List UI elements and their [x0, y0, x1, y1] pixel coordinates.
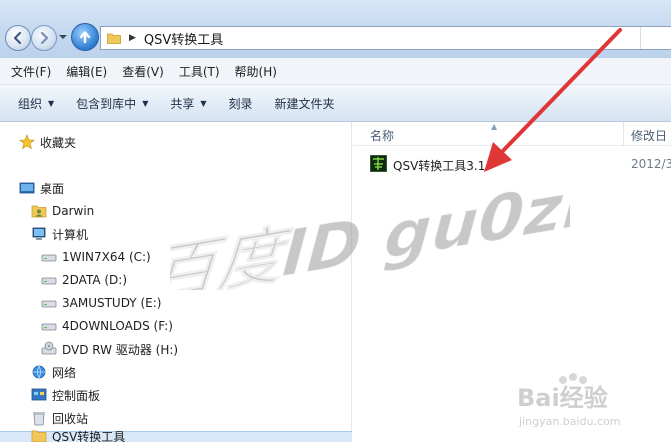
- menu-help[interactable]: 帮助(H): [235, 63, 277, 80]
- nav-current-folder[interactable]: QSV转换工具: [31, 429, 125, 442]
- nav-drive-h-label: DVD RW 驱动器 (H:): [62, 342, 179, 357]
- organize-label: 组织: [18, 96, 43, 111]
- new-folder-button[interactable]: 新建文件夹: [275, 95, 335, 112]
- file-row[interactable]: QSV转换工具3.1 2012/3: [353, 152, 671, 176]
- menu-edit[interactable]: 编辑(E): [66, 63, 107, 80]
- nav-drive-d[interactable]: 2DATA (D:): [41, 270, 127, 290]
- chevron-down-icon: ▼: [48, 98, 55, 108]
- menu-view[interactable]: 查看(V): [122, 63, 164, 80]
- nav-user-folder[interactable]: Darwin: [31, 201, 94, 221]
- computer-icon: [32, 227, 46, 240]
- star-icon: [19, 134, 35, 150]
- recycle-bin-icon: [33, 412, 45, 426]
- address-path[interactable]: QSV转换工具: [144, 29, 223, 48]
- nav-favorites[interactable]: 收藏夹: [19, 132, 76, 152]
- arrow-up-icon: [79, 31, 91, 44]
- column-header-row: 名称 ▲ 修改日: [353, 122, 671, 146]
- arrow-right-icon: [40, 31, 49, 45]
- address-divider: [640, 27, 641, 49]
- include-in-library-label: 包含到库中: [76, 96, 137, 111]
- nav-desktop[interactable]: 桌面: [19, 178, 64, 198]
- nav-drive-e-label: 3AMUSTUDY (E:): [62, 296, 162, 310]
- nav-computer-label: 计算机: [52, 227, 89, 242]
- nav-network-label: 网络: [52, 365, 77, 380]
- title-bar: ▶ QSV转换工具: [0, 0, 671, 58]
- nav-control-panel[interactable]: 控制面板: [31, 385, 100, 405]
- drive-icon: [41, 254, 57, 262]
- organize-button[interactable]: 组织 ▼: [18, 95, 54, 112]
- folder-icon: [107, 33, 121, 44]
- nav-desktop-label: 桌面: [40, 181, 65, 196]
- network-icon: [32, 365, 46, 379]
- up-level-button[interactable]: [71, 23, 99, 51]
- column-header-date[interactable]: 修改日: [631, 127, 667, 144]
- nav-recycle-bin[interactable]: 回收站: [31, 408, 88, 428]
- nav-drive-e[interactable]: 3AMUSTUDY (E:): [41, 293, 161, 313]
- drive-icon: [41, 277, 57, 285]
- burn-label: 刻录: [228, 96, 253, 111]
- desktop-icon: [19, 182, 35, 194]
- share-button[interactable]: 共享 ▼: [170, 95, 206, 112]
- nav-favorites-label: 收藏夹: [40, 135, 77, 150]
- recent-pages-dropdown-icon[interactable]: [58, 32, 68, 42]
- forward-button[interactable]: [31, 25, 57, 51]
- nav-control-panel-label: 控制面板: [52, 388, 101, 403]
- chevron-down-icon: ▼: [142, 98, 149, 108]
- burn-button[interactable]: 刻录: [229, 95, 253, 112]
- file-list-pane: 名称 ▲ 修改日 QSV转换工具3.1 2012/3: [353, 122, 671, 442]
- command-bar: 组织 ▼ 包含到库中 ▼ 共享 ▼ 刻录 新建文件夹: [0, 85, 671, 122]
- nav-drive-c[interactable]: 1WIN7X64 (C:): [41, 247, 151, 267]
- column-divider[interactable]: [623, 122, 624, 146]
- nav-drive-f[interactable]: 4DOWNLOADS (F:): [41, 316, 173, 336]
- file-date: 2012/3: [631, 157, 671, 171]
- navigation-pane: 收藏夹 桌面 Darwin 计算机 1WIN7X64 (C:) 2DATA (D…: [0, 122, 352, 442]
- drive-icon: [41, 300, 57, 308]
- nav-current-folder-label: QSV转换工具: [52, 429, 126, 442]
- chevron-down-icon: ▼: [200, 98, 207, 108]
- share-label: 共享: [170, 96, 195, 111]
- nav-network[interactable]: 网络: [31, 362, 76, 382]
- dvd-drive-icon: [41, 341, 57, 355]
- nav-drive-c-label: 1WIN7X64 (C:): [62, 250, 151, 264]
- folder-icon: [31, 430, 47, 442]
- column-header-name[interactable]: 名称: [370, 127, 394, 144]
- nav-drive-d-label: 2DATA (D:): [62, 273, 128, 287]
- include-in-library-button[interactable]: 包含到库中 ▼: [76, 95, 148, 112]
- nav-recycle-bin-label: 回收站: [52, 411, 89, 426]
- menu-bar: 文件(F) 编辑(E) 查看(V) 工具(T) 帮助(H): [0, 58, 671, 85]
- menu-file[interactable]: 文件(F): [11, 63, 51, 80]
- user-folder-icon: [31, 205, 47, 218]
- arrow-left-icon: [13, 31, 22, 45]
- drive-icon: [41, 323, 57, 331]
- sort-ascending-icon: ▲: [491, 122, 498, 131]
- menu-tools[interactable]: 工具(T): [179, 63, 220, 80]
- new-folder-label: 新建文件夹: [274, 96, 335, 111]
- nav-user-label: Darwin: [52, 204, 95, 218]
- control-panel-icon: [31, 388, 47, 401]
- nav-drive-h[interactable]: DVD RW 驱动器 (H:): [41, 339, 178, 359]
- file-name[interactable]: QSV转换工具3.1: [393, 157, 485, 174]
- nav-computer[interactable]: 计算机: [31, 224, 88, 244]
- breadcrumb-separator-icon[interactable]: ▶: [129, 33, 136, 43]
- back-button[interactable]: [5, 25, 31, 51]
- address-bar[interactable]: ▶ QSV转换工具: [100, 26, 671, 50]
- qsv-app-icon: [370, 155, 387, 172]
- nav-drive-f-label: 4DOWNLOADS (F:): [62, 319, 173, 333]
